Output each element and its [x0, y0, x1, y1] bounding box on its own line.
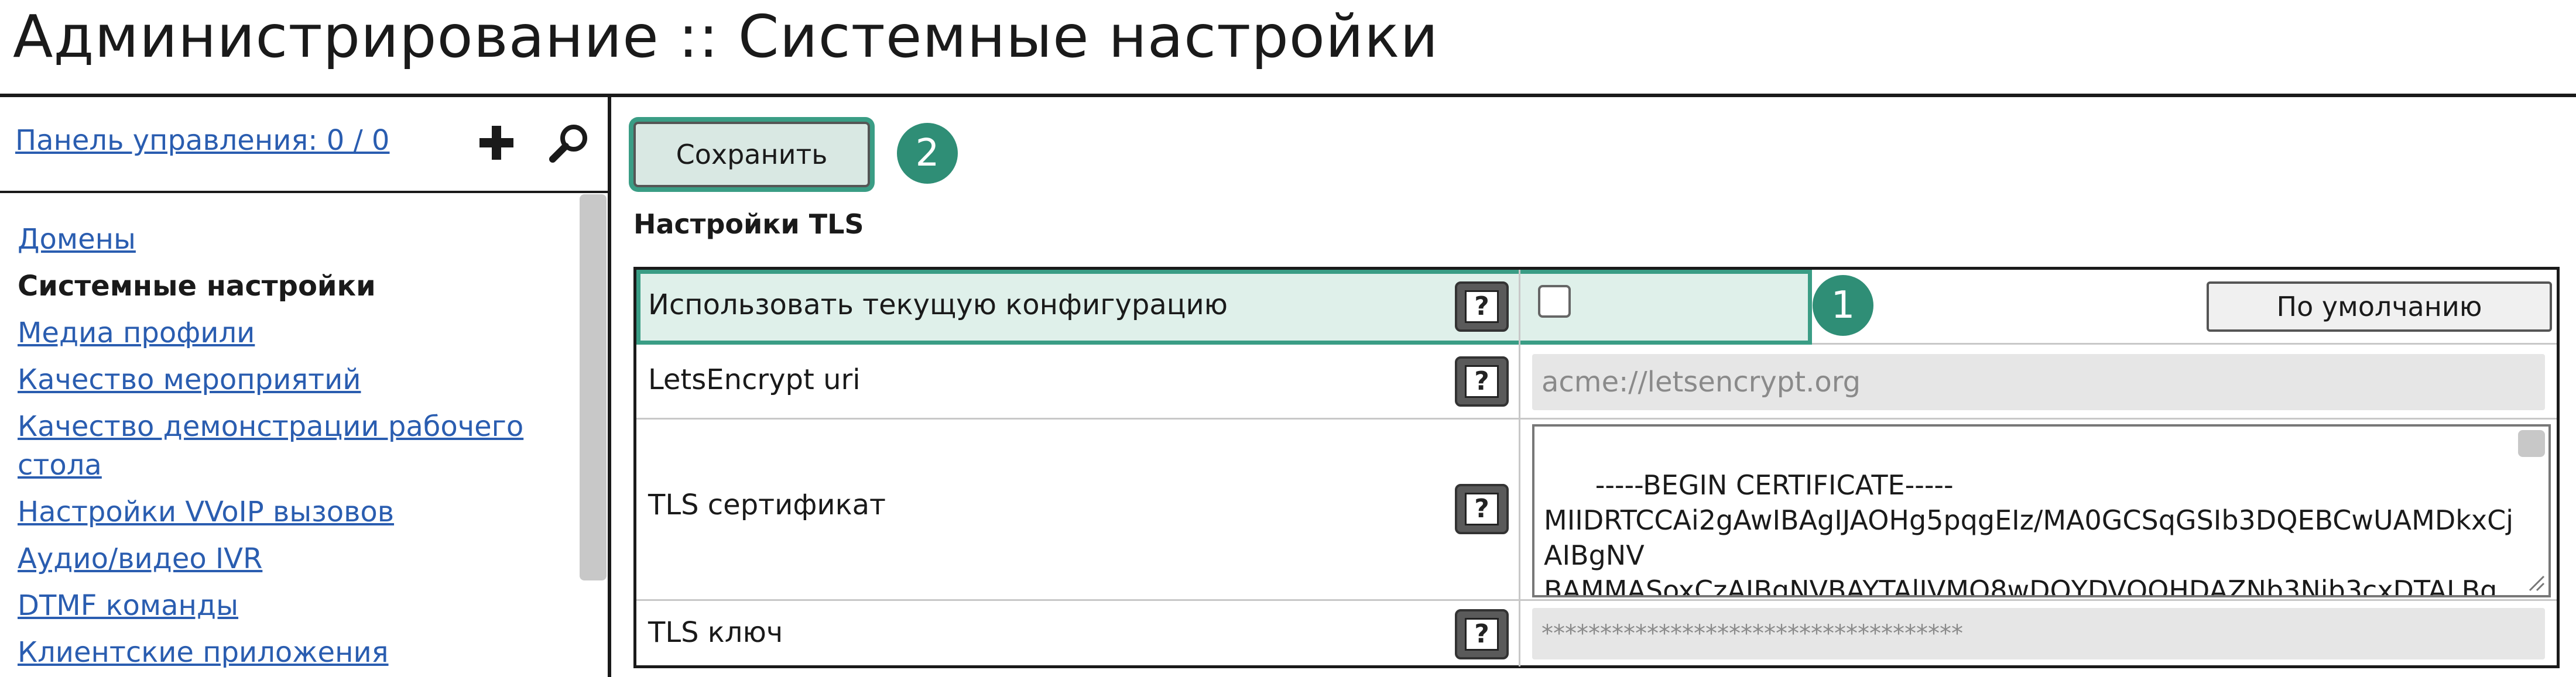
tls-key-field[interactable]: ************************************ — [1532, 608, 2545, 659]
sidebar-item-dtmf-commands[interactable]: DTMF команды — [18, 586, 574, 625]
sidebar-scrollbar[interactable] — [580, 194, 607, 580]
help-icon[interactable]: ? — [1455, 356, 1509, 407]
help-glyph: ? — [1465, 618, 1499, 651]
section-heading-tls: Настройки TLS — [633, 208, 864, 240]
sidebar-item-media-profiles[interactable]: Медиа профили — [18, 314, 574, 352]
sidebar-item-av-ivr[interactable]: Аудио/видео IVR — [18, 539, 574, 578]
column-separator — [1519, 420, 1520, 601]
textarea-scrollbar[interactable] — [2518, 430, 2545, 457]
sidebar-tools — [473, 119, 592, 166]
save-button[interactable]: Сохранить — [633, 122, 870, 187]
use-current-config-checkbox[interactable] — [1538, 285, 1571, 318]
setting-row-use-current-config: Использовать текущую конфигурацию ? По у… — [636, 270, 2557, 345]
setting-label: Использовать текущую конфигурацию — [648, 288, 1228, 321]
callout-badge-1: 1 — [1813, 275, 1873, 336]
certificate-text: -----BEGIN CERTIFICATE----- MIIDRTCCAi2g… — [1544, 469, 2513, 597]
letsencrypt-uri-field[interactable]: acme://letsencrypt.org — [1532, 354, 2545, 410]
setting-label: TLS ключ — [648, 616, 783, 649]
tls-certificate-textarea[interactable]: -----BEGIN CERTIFICATE----- MIIDRTCCAi2g… — [1532, 424, 2551, 597]
resize-handle-icon[interactable] — [2526, 573, 2546, 593]
help-icon[interactable]: ? — [1455, 484, 1509, 534]
setting-row-tls-key: TLS ключ ? *****************************… — [636, 601, 2557, 666]
plus-icon[interactable] — [473, 119, 520, 166]
search-icon[interactable] — [546, 119, 592, 166]
column-separator — [1519, 601, 1520, 666]
help-glyph: ? — [1465, 290, 1499, 323]
tls-settings-table: Использовать текущую конфигурацию ? По у… — [633, 267, 2560, 668]
sidebar-item-vvoip-settings[interactable]: Настройки VVoIP вызовов — [18, 493, 574, 531]
sidebar-item-event-quality[interactable]: Качество мероприятий — [18, 360, 574, 399]
sidebar-item-client-apps[interactable]: Клиентские приложения — [18, 633, 574, 672]
page-title: Администрирование :: Системные настройки — [13, 2, 1439, 71]
help-icon[interactable]: ? — [1455, 281, 1509, 332]
sidebar-item-domains[interactable]: Домены — [18, 220, 574, 259]
control-panel-link[interactable]: Панель управления: 0 / 0 — [15, 124, 389, 157]
column-separator — [1519, 270, 1520, 345]
column-separator — [1519, 345, 1520, 420]
reset-default-button[interactable]: По умолчанию — [2207, 281, 2552, 332]
setting-row-tls-certificate: TLS сертификат ? -----BEGIN CERTIFICATE-… — [636, 420, 2557, 601]
setting-label: LetsEncrypt uri — [648, 363, 861, 396]
sidebar: Панель управления: 0 / 0 Домены Системны… — [0, 97, 611, 677]
setting-label: TLS сертификат — [648, 489, 886, 521]
setting-row-letsencrypt: LetsEncrypt uri ? acme://letsencrypt.org — [636, 345, 2557, 420]
sidebar-item-desktop-sharing-quality[interactable]: Качество демонстрации рабочего стола — [18, 407, 574, 484]
help-glyph: ? — [1465, 365, 1499, 398]
sidebar-divider — [0, 191, 608, 193]
callout-badge-2: 2 — [897, 123, 958, 184]
sidebar-nav: Домены Системные настройки Медиа профили… — [18, 220, 574, 677]
help-icon[interactable]: ? — [1455, 609, 1509, 659]
sidebar-item-system-settings[interactable]: Системные настройки — [18, 267, 574, 305]
help-glyph: ? — [1465, 493, 1499, 525]
